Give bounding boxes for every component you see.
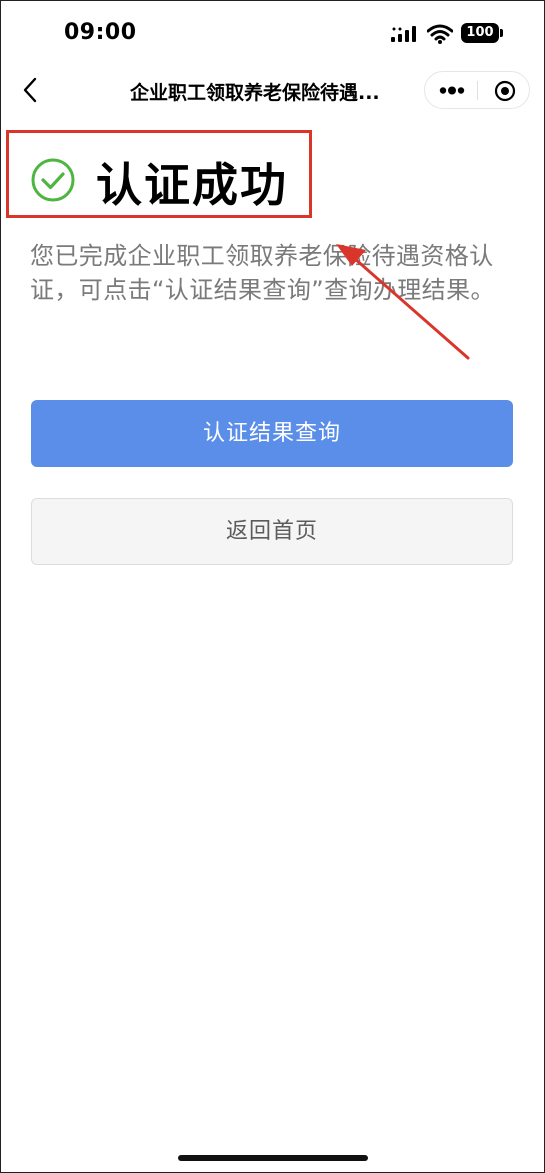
query-result-button[interactable]: 认证结果查询: [31, 400, 513, 467]
signal-icon: [391, 26, 416, 42]
result-description: 您已完成企业职工领取养老保险待遇资格认证，可点击“认证结果查询”查询办理结果。: [30, 242, 495, 304]
mini-program-capsule: [424, 71, 530, 109]
target-icon[interactable]: [494, 80, 516, 102]
success-title: 认证成功: [96, 158, 288, 212]
battery-icon: 100: [461, 23, 499, 43]
back-icon[interactable]: [20, 76, 40, 104]
capsule-divider: [477, 81, 478, 100]
home-indicator: [178, 1155, 368, 1161]
nav-bar: 企业职工领取养老保险待遇...: [0, 64, 545, 116]
page-title: 企业职工领取养老保险待遇...: [130, 82, 380, 104]
check-circle-icon: [31, 158, 75, 202]
more-icon[interactable]: [439, 85, 465, 96]
status-time: 09:00: [64, 20, 137, 45]
status-bar: 09:00 100: [0, 0, 545, 64]
battery-tip: [500, 29, 503, 37]
back-home-button[interactable]: 返回首页: [31, 498, 513, 565]
wifi-icon: [427, 24, 453, 44]
